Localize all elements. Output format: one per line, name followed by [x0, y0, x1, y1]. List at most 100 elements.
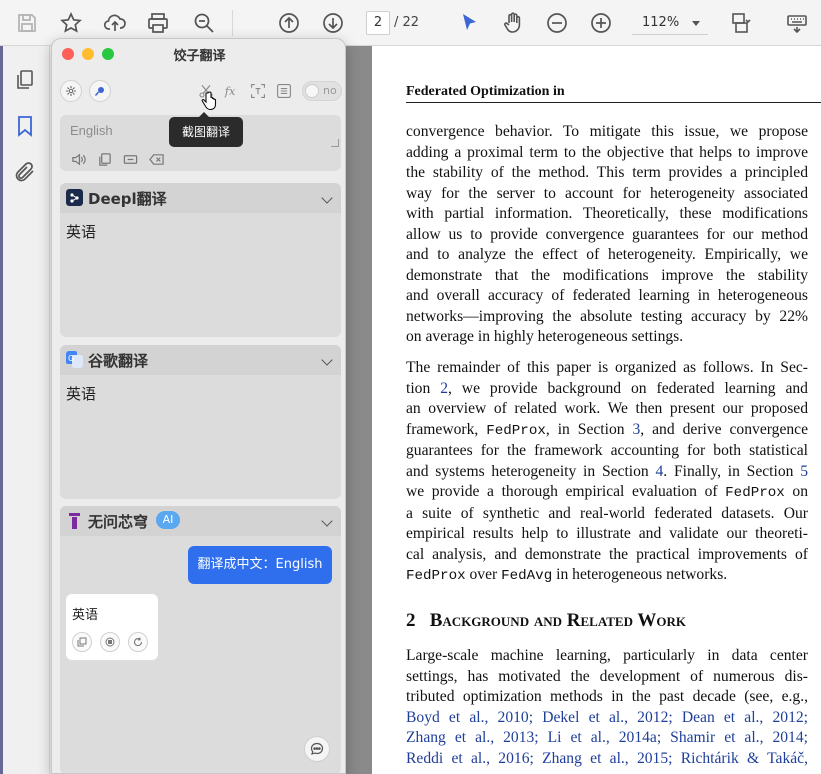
text-line: a suite of synthetic and real-world fede… — [406, 504, 808, 522]
filter-button[interactable] — [274, 81, 294, 101]
window-edge — [0, 46, 3, 774]
google-translate-logo-icon: G — [66, 351, 83, 368]
text-run: on — [784, 483, 808, 500]
text-line: and overall accuracy of federated learni… — [406, 287, 808, 304]
chevron-down-icon[interactable] — [321, 515, 333, 527]
code-run: FedProx — [486, 422, 546, 439]
paragraph-2: The remainder of this paper is organized… — [406, 358, 808, 587]
toggle-knob — [305, 84, 319, 98]
text-line: tion 2, we provide background on federat… — [406, 379, 808, 400]
citation-line[interactable]: Zhang et al., 2013; Li et al., 2014a; Sh… — [406, 728, 808, 749]
stop-icon[interactable] — [100, 632, 120, 652]
zoom-in-icon[interactable] — [586, 8, 616, 38]
code-run: FedProx — [725, 485, 785, 501]
tooltip: 截图翻译 — [169, 112, 243, 147]
text-line: we provide a thorough empirical evaluati… — [406, 482, 808, 504]
source-text[interactable]: English — [70, 123, 113, 138]
section-link[interactable]: 2 — [440, 380, 448, 397]
code-run: FedProx — [406, 568, 466, 584]
google-result-text: 英语 — [66, 385, 97, 403]
hand-pointer-icon — [201, 91, 217, 111]
infini-logo-icon — [69, 513, 80, 529]
ai-chat-card: 无问芯穹 AI 翻译成中文：English 英语 — [60, 506, 341, 773]
ai-badge: AI — [156, 511, 180, 529]
text-run: framework, — [406, 420, 487, 438]
ai-card-header[interactable]: 无问芯穹 AI — [60, 506, 341, 536]
chat-bubble-icon — [310, 742, 324, 755]
ocr-button[interactable] — [248, 81, 268, 101]
citation-line[interactable]: Reddi et al., 2016; Zhang et al., 2015; … — [406, 749, 808, 770]
text-line: networks—improving the absolute testing … — [406, 307, 808, 325]
google-result-card: G 谷歌翻译 英语 — [60, 345, 341, 499]
zoom-level-select[interactable]: 112% — [632, 11, 708, 35]
next-page-icon[interactable] — [318, 8, 348, 38]
text-run: and systems heterogeneity in Section — [406, 462, 656, 480]
text-line: The remainder of this paper is organized… — [406, 359, 808, 376]
copy-icon[interactable] — [72, 632, 92, 652]
text-line: an overview of related work. We then pre… — [406, 400, 808, 417]
text-line: on average in highly heterogeneous setti… — [406, 328, 684, 345]
refresh-icon[interactable] — [128, 632, 148, 652]
hand-tool-icon[interactable] — [498, 8, 528, 38]
keyboard-icon[interactable] — [782, 8, 812, 38]
select-cursor-icon[interactable] — [454, 8, 484, 38]
running-head: Federated Optimization in — [406, 84, 565, 99]
pdf-page[interactable]: Federated Optimization in convergence be… — [372, 46, 821, 774]
deepl-card-title: Deepl翻译 — [88, 190, 167, 208]
speaker-icon[interactable] — [70, 151, 86, 167]
zoom-out-icon[interactable] — [542, 8, 572, 38]
page-fit-icon[interactable] — [726, 8, 756, 38]
new-chat-button[interactable] — [304, 736, 330, 762]
panel-titlebar[interactable]: 饺子翻译 — [52, 39, 345, 69]
settings-button[interactable] — [60, 80, 82, 102]
chevron-down-icon[interactable] — [321, 354, 333, 366]
text-run: we provide a thorough empirical evaluati… — [406, 483, 726, 500]
section-number: 2 — [406, 610, 416, 631]
svg-text:fx: fx — [224, 85, 236, 98]
sliders-icon — [277, 84, 291, 98]
formula-button[interactable]: fx — [222, 81, 242, 101]
attachment-icon[interactable] — [13, 160, 37, 184]
text-line: empirical results help to illustrate and… — [406, 525, 808, 542]
translator-panel: 饺子翻译 fx no 截图翻译 English Deepl翻译 英语 G 谷歌翻… — [51, 38, 346, 774]
cloud-upload-icon[interactable] — [100, 8, 130, 38]
prev-page-icon[interactable] — [274, 8, 304, 38]
text-scan-icon — [251, 84, 265, 98]
text-line: cal analysis, and demonstrate the practi… — [406, 545, 808, 563]
citation-line[interactable]: Boyd et al., 2010; Dekel et al., 2012; D… — [406, 708, 808, 729]
paragraph-1: convergence behavior. To mitigate this i… — [406, 122, 808, 348]
remove-line-icon[interactable] — [122, 151, 138, 167]
section-title: Background and Related Work — [429, 610, 686, 631]
text-run: , and derive convergence — [640, 420, 808, 438]
text-line: tributed optimization methods in the pas… — [406, 688, 808, 705]
print-icon[interactable] — [143, 8, 173, 38]
paragraph-3: Large-scale machine learning, particular… — [406, 646, 808, 769]
zoom-search-icon[interactable] — [189, 8, 219, 38]
resize-handle[interactable] — [331, 139, 339, 147]
pages-icon[interactable] — [13, 68, 37, 92]
save-icon[interactable] — [12, 8, 42, 38]
toolbar-divider — [232, 10, 233, 36]
auto-toggle[interactable]: no — [302, 81, 342, 101]
deepl-logo-icon — [66, 189, 83, 206]
chevron-down-icon[interactable] — [321, 192, 333, 204]
pin-button[interactable] — [89, 80, 111, 102]
copy-icon[interactable] — [96, 151, 112, 167]
code-run: FedAvg — [501, 568, 553, 584]
text-line: adding a proximal term to the objective … — [406, 143, 808, 161]
deepl-result-text: 英语 — [66, 223, 97, 241]
text-line: guarantees for the framework accounting … — [406, 442, 808, 459]
clear-icon[interactable] — [148, 151, 164, 167]
header-rule — [406, 102, 821, 103]
page-number-input[interactable]: 2 — [366, 11, 390, 35]
bookmark-icon[interactable] — [13, 114, 37, 138]
section-link[interactable]: 5 — [800, 463, 808, 480]
app-window: 2 / 22 112% Federated Optimization in co… — [0, 0, 821, 774]
deepl-card-header[interactable]: Deepl翻译 — [60, 183, 341, 213]
pin-icon — [94, 87, 104, 96]
star-icon[interactable] — [56, 8, 86, 38]
ai-message: 英语 — [66, 594, 158, 660]
google-card-header[interactable]: G 谷歌翻译 — [60, 345, 341, 375]
google-card-title: 谷歌翻译 — [88, 352, 149, 370]
section-heading: 2 Background and Related Work — [406, 610, 686, 632]
